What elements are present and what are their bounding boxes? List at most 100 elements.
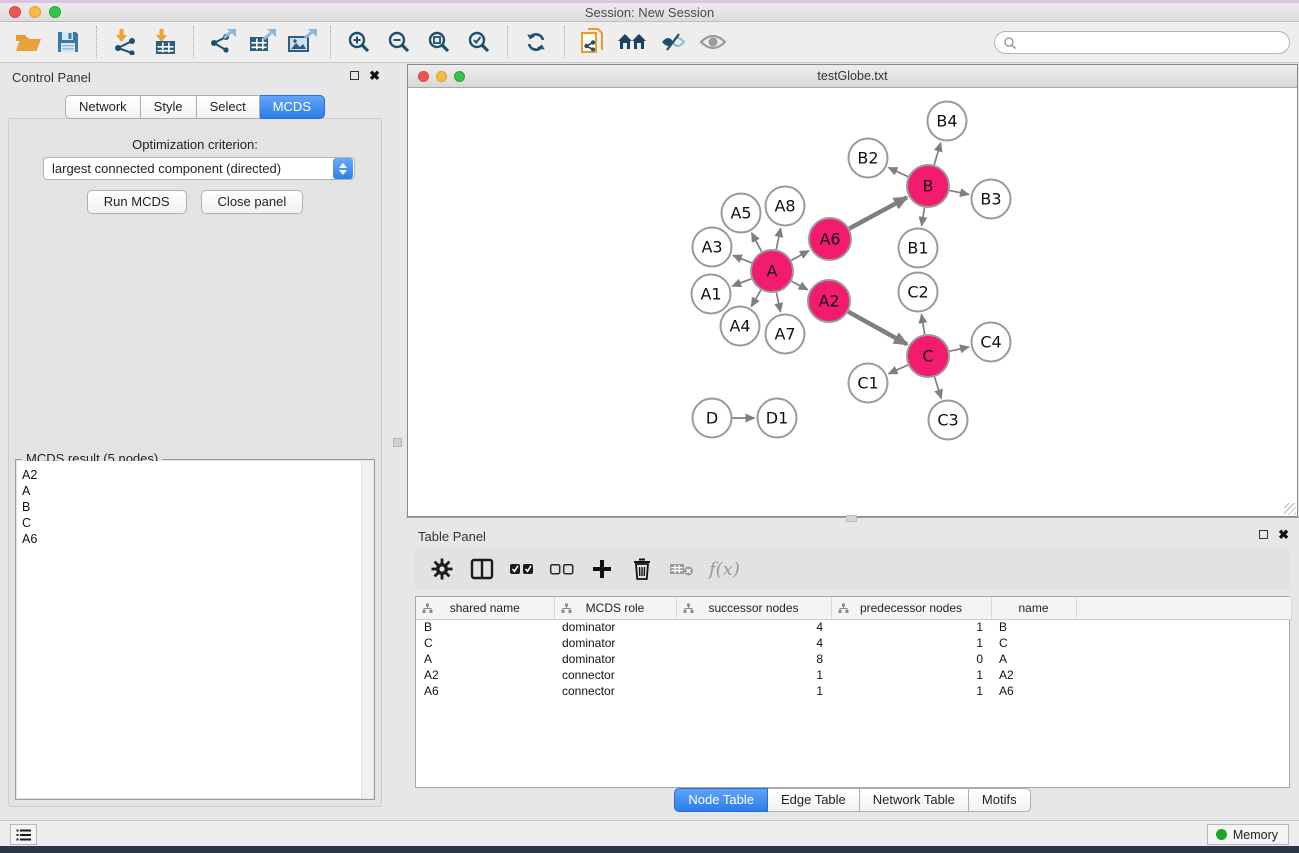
table-cell[interactable]: 1: [831, 667, 991, 683]
column-header-shared-name[interactable]: shared name: [416, 597, 554, 619]
edge-C-C4[interactable]: [950, 347, 970, 351]
column-header-predecessor-nodes[interactable]: predecessor nodes: [831, 597, 991, 619]
node-A5[interactable]: A5: [722, 194, 761, 233]
table-cell[interactable]: B: [991, 619, 1076, 635]
edge-A-A5[interactable]: [752, 233, 762, 252]
table-cell[interactable]: A: [991, 651, 1076, 667]
table-cell[interactable]: 4: [676, 619, 831, 635]
tab-network-table[interactable]: Network Table: [860, 788, 969, 812]
open-file-icon[interactable]: [11, 26, 45, 58]
table-cell[interactable]: A2: [416, 667, 554, 683]
edge-A6-B[interactable]: [849, 197, 907, 228]
node-A4[interactable]: A4: [721, 307, 760, 346]
result-item[interactable]: B: [22, 499, 361, 515]
edge-A2-C[interactable]: [848, 312, 907, 345]
refresh-icon[interactable]: [519, 26, 553, 58]
network-window-titlebar[interactable]: testGlobe.txt: [408, 65, 1297, 88]
table-cell[interactable]: A: [416, 651, 554, 667]
export-network-icon[interactable]: [205, 26, 239, 58]
table-row[interactable]: Cdominator41C: [416, 635, 1291, 651]
close-panel-button[interactable]: Close panel: [201, 190, 304, 214]
add-column-icon[interactable]: [589, 556, 615, 582]
edge-A-A4[interactable]: [751, 290, 761, 307]
import-network-icon[interactable]: [108, 26, 142, 58]
zoom-fit-icon[interactable]: [422, 26, 456, 58]
show-selected-eye-icon[interactable]: [696, 26, 730, 58]
node-B2[interactable]: B2: [849, 139, 888, 178]
tab-network[interactable]: Network: [65, 95, 141, 119]
table-cell[interactable]: C: [416, 635, 554, 651]
table-cell[interactable]: 1: [831, 635, 991, 651]
float-panel-icon[interactable]: [350, 71, 359, 80]
node-A2[interactable]: A2: [808, 280, 850, 322]
zoom-out-icon[interactable]: [382, 26, 416, 58]
network-canvas[interactable]: B4B2BB3A8A5A6A3B1AC2A1A2A4A7C4CC1DD1C3: [408, 88, 1297, 516]
node-A3[interactable]: A3: [693, 228, 732, 267]
show-all-networks-icon[interactable]: [616, 26, 650, 58]
table-cell[interactable]: connector: [554, 683, 676, 699]
search-input[interactable]: [994, 31, 1290, 54]
node-D1[interactable]: D1: [758, 399, 797, 438]
run-mcds-button[interactable]: Run MCDS: [87, 190, 187, 214]
table-cell[interactable]: A2: [991, 667, 1076, 683]
node-B4[interactable]: B4: [928, 102, 967, 141]
tab-edge-table[interactable]: Edge Table: [768, 788, 860, 812]
edge-A-A1[interactable]: [732, 279, 751, 286]
table-cell[interactable]: 1: [676, 683, 831, 699]
zoom-in-icon[interactable]: [342, 26, 376, 58]
export-table-icon[interactable]: [245, 26, 279, 58]
deselect-all-checkboxes-icon[interactable]: [549, 556, 575, 582]
table-cell[interactable]: 1: [676, 667, 831, 683]
float-panel-icon[interactable]: [1259, 530, 1268, 539]
tab-mcds[interactable]: MCDS: [260, 95, 325, 119]
splitter-handle[interactable]: [393, 438, 402, 447]
edge-A-A7[interactable]: [776, 293, 780, 313]
node-B1[interactable]: B1: [899, 229, 938, 268]
tab-style[interactable]: Style: [141, 95, 197, 119]
new-network-from-selection-icon[interactable]: [576, 26, 610, 58]
edge-B-B2[interactable]: [888, 168, 908, 177]
edge-B-B3[interactable]: [950, 190, 970, 194]
node-A1[interactable]: A1: [692, 275, 731, 314]
result-item[interactable]: A2: [22, 467, 361, 483]
table-cell[interactable]: 1: [831, 683, 991, 699]
node-A[interactable]: A: [751, 250, 793, 292]
select-all-checkboxes-icon[interactable]: [509, 556, 535, 582]
edge-C-C1[interactable]: [889, 365, 908, 374]
table-cell[interactable]: [1076, 619, 1291, 635]
edge-A-A2[interactable]: [792, 281, 808, 290]
edge-B-B4[interactable]: [934, 143, 941, 165]
table-cell[interactable]: [1076, 667, 1291, 683]
edge-C-C2[interactable]: [922, 314, 925, 334]
import-table-icon[interactable]: [148, 26, 182, 58]
table-cell[interactable]: dominator: [554, 619, 676, 635]
node-C3[interactable]: C3: [929, 401, 968, 440]
edge-A-A3[interactable]: [733, 255, 752, 262]
edge-B-B1[interactable]: [922, 208, 925, 226]
column-header-MCDS-role[interactable]: MCDS role: [554, 597, 676, 619]
table-row[interactable]: A6connector11A6: [416, 683, 1291, 699]
table-row[interactable]: A2connector11A2: [416, 667, 1291, 683]
column-header-name[interactable]: name: [991, 597, 1076, 619]
node-A6[interactable]: A6: [809, 218, 851, 260]
vertical-splitter[interactable]: [390, 63, 406, 820]
criterion-dropdown[interactable]: largest connected component (directed): [43, 157, 355, 180]
tab-node-table[interactable]: Node Table: [674, 788, 768, 812]
table-cell[interactable]: connector: [554, 667, 676, 683]
node-A8[interactable]: A8: [766, 187, 805, 226]
delete-column-icon[interactable]: [629, 556, 655, 582]
show-column-icon[interactable]: [469, 556, 495, 582]
table-cell[interactable]: 8: [676, 651, 831, 667]
node-B[interactable]: B: [907, 165, 949, 207]
table-row[interactable]: Adominator80A: [416, 651, 1291, 667]
zoom-selected-icon[interactable]: [462, 26, 496, 58]
node-C2[interactable]: C2: [899, 273, 938, 312]
table-cell[interactable]: [1076, 635, 1291, 651]
table-row[interactable]: Bdominator41B: [416, 619, 1291, 635]
table-cell[interactable]: A6: [416, 683, 554, 699]
edge-A-A8[interactable]: [776, 228, 780, 249]
result-item[interactable]: A: [22, 483, 361, 499]
node-C[interactable]: C: [907, 335, 949, 377]
splitter-handle[interactable]: [846, 515, 857, 522]
table-cell[interactable]: dominator: [554, 651, 676, 667]
